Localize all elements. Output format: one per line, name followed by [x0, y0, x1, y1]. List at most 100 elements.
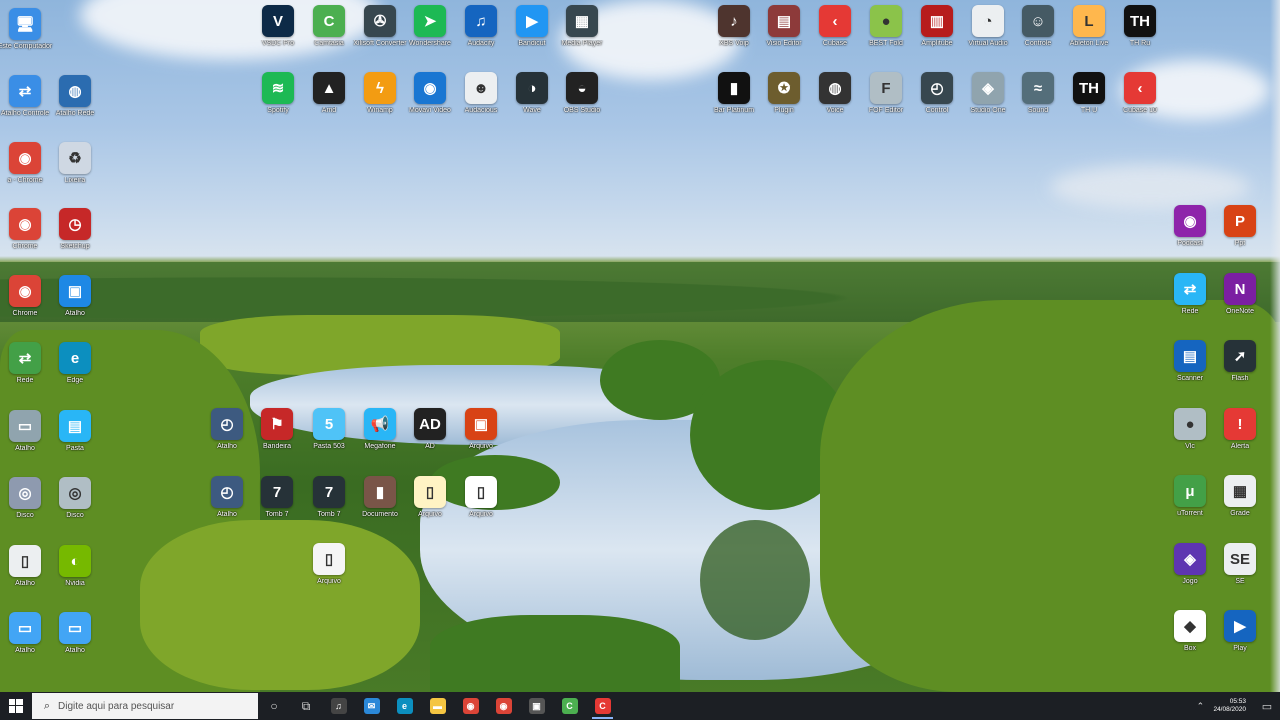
start-button[interactable] — [0, 692, 32, 720]
desktop-icon[interactable]: ◈ Studio One — [968, 72, 1008, 115]
desktop-icon[interactable]: 7 Tomb 7 — [257, 476, 297, 519]
desktop-icon[interactable]: μ uTorrent — [1170, 475, 1210, 518]
desktop-icon[interactable]: P Ppt — [1220, 205, 1260, 248]
desktop-icon[interactable]: ⇄ Rede — [5, 342, 45, 385]
desktop-icon[interactable]: ◉ Podcast — [1170, 205, 1210, 248]
desktop-icon[interactable]: V VSDC Pro — [258, 5, 298, 48]
tree-island — [430, 615, 680, 692]
desktop-icon[interactable]: SE SE — [1220, 543, 1260, 586]
desktop-icon[interactable]: 7 Tomb 7 — [309, 476, 349, 519]
task-view-button[interactable]: ⧉ — [290, 692, 322, 720]
desktop-icon[interactable]: 📢 Megafone — [360, 408, 400, 451]
desktop-icon[interactable]: ◈ Jogo — [1170, 543, 1210, 586]
desktop-icon-label: Cubase 10 — [1123, 107, 1157, 114]
desktop-icon[interactable]: ▭ Atalho — [55, 612, 95, 655]
desktop-icon[interactable]: ◆ Box — [1170, 610, 1210, 653]
desktop-icon[interactable]: ◍ Voice — [815, 72, 855, 115]
desktop-icon[interactable]: ▲ Amd — [309, 72, 349, 115]
taskbar-app-button[interactable]: C — [553, 692, 586, 720]
desktop-icon[interactable]: ▯ Arquivo — [410, 476, 450, 519]
desktop-icon[interactable]: ▮ Documento — [360, 476, 400, 519]
desktop-icon[interactable]: ◒ OBS Studio — [562, 72, 602, 115]
desktop-icon[interactable]: TH TH U — [1069, 72, 1109, 115]
cortana-button[interactable]: ○ — [258, 692, 290, 720]
desktop-icon[interactable]: ♻ Lixeira — [55, 142, 95, 185]
desktop-icon[interactable]: ▯ Arquivo — [309, 543, 349, 586]
desktop-icon[interactable]: ▮ Bar Platinum — [714, 72, 754, 115]
music-app-icon: ♫ — [330, 698, 347, 714]
desktop-icon[interactable]: ⇄ Atalho Controle — [1, 75, 49, 118]
desktop-icon[interactable]: C Camtasia — [309, 5, 349, 48]
desktop-icon[interactable]: ♪ XBS Voip — [714, 5, 754, 48]
desktop-icon[interactable]: ▥ Amplitube — [917, 5, 957, 48]
desktop-icon[interactable]: 🖥 Este Computador — [0, 8, 52, 51]
desktop-icon[interactable]: ▤ Scanner — [1170, 340, 1210, 383]
desktop-icon[interactable]: ♫ Audacity — [461, 5, 501, 48]
desktop-icon[interactable]: ⇄ Rede — [1170, 273, 1210, 316]
desktop-icon[interactable]: ◴ Atalho — [207, 476, 247, 519]
desktop-icon[interactable]: ◑ Wave — [512, 72, 552, 115]
notification-button[interactable]: ▭ — [1254, 692, 1280, 720]
desktop-icon[interactable]: ◐ Nvidia — [55, 545, 95, 588]
desktop-icon[interactable]: ➤ Wondershare — [409, 5, 451, 48]
desktop-icon[interactable]: TH TH Ru — [1120, 5, 1160, 48]
desktop-icon[interactable]: ▯ Arquivo — [461, 476, 501, 519]
desktop-icon[interactable]: ! Alerta — [1220, 408, 1260, 451]
desktop-icon[interactable]: 5 Pasta 503 — [309, 408, 349, 451]
desktop-icon[interactable]: ▤ Pasta — [55, 410, 95, 453]
seven-icon: 7 — [313, 476, 345, 508]
desktop-icon[interactable]: F FOF Editor — [866, 72, 906, 115]
desktop-icon[interactable]: ‹ Cubase — [815, 5, 855, 48]
taskbar-app-button[interactable]: e — [388, 692, 421, 720]
desktop-icon[interactable]: ◷ Sketchup — [55, 208, 95, 251]
desktop-icon[interactable]: ▶ Play — [1220, 610, 1260, 653]
desktop-icon[interactable]: L Ableton Live — [1069, 5, 1109, 48]
desktop-icon[interactable]: ϟ Winamp — [360, 72, 400, 115]
desktop-icon[interactable]: ▣ Arquivo — [461, 408, 501, 451]
desktop-icon[interactable]: ◎ Disco — [5, 477, 45, 520]
desktop-icon[interactable]: ✇ Xilisoft Converter — [353, 5, 407, 48]
desktop-icon[interactable]: ◔ Virtual Audio — [968, 5, 1008, 48]
desktop-icon[interactable]: ▤ Visio Editor — [764, 5, 804, 48]
desktop-icon[interactable]: ⚑ Bandeira — [257, 408, 297, 451]
desktop-icon[interactable]: ▦ Grade — [1220, 475, 1260, 518]
desktop-icon[interactable]: ◴ Control — [917, 72, 957, 115]
desktop-icon[interactable]: N OneNote — [1220, 273, 1260, 316]
clock[interactable]: 05:53 24/08/2020 — [1209, 698, 1254, 714]
desktop-icon[interactable]: ➚ Flash — [1220, 340, 1260, 383]
desktop-icon[interactable]: ≈ Sound — [1018, 72, 1058, 115]
desktop-icon[interactable]: ‹ Cubase 10 — [1120, 72, 1160, 115]
desktop-icon[interactable]: ◉ Movavi Video — [409, 72, 451, 115]
search-box[interactable]: ⌕ Digite aqui para pesquisar — [32, 693, 258, 719]
desktop-icon[interactable]: ◴ Atalho — [207, 408, 247, 451]
desktop-icon[interactable]: ◉ Chrome — [5, 275, 45, 318]
taskbar-app-button[interactable]: ◉ — [454, 692, 487, 720]
desktop-icon[interactable]: ▭ Atalho — [5, 612, 45, 655]
desktop-icon[interactable]: ◉ a - Chrome — [5, 142, 45, 185]
taskbar-app-button[interactable]: ♫ — [322, 692, 355, 720]
desktop-icon[interactable]: ▣ Atalho — [55, 275, 95, 318]
desktop-icon[interactable]: ◎ Disco — [55, 477, 95, 520]
desktop-icon[interactable]: ▯ Atalho — [5, 545, 45, 588]
taskbar-app-button[interactable]: ✉ — [355, 692, 388, 720]
chevron-up-icon[interactable]: ⌃ — [1191, 701, 1209, 712]
desktop-icon[interactable]: ● BEST Fold — [866, 5, 906, 48]
desktop-icon[interactable]: ☺ Controle — [1018, 5, 1058, 48]
desktop-icon[interactable]: ◍ Atalho Rede — [55, 75, 95, 118]
desktop-icon[interactable]: ☻ Audacious — [461, 72, 501, 115]
desktop-icon[interactable]: ✪ Plugin — [764, 72, 804, 115]
taskbar-app-button[interactable]: ▬ — [421, 692, 454, 720]
desktop-icon[interactable]: ● Vlc — [1170, 408, 1210, 451]
taskbar-app-button[interactable]: ◉ — [487, 692, 520, 720]
desktop-icon[interactable]: ≋ Spotify — [258, 72, 298, 115]
desktop-icon[interactable]: AD AD — [410, 408, 450, 451]
desktop[interactable]: 🖥 Este Computador ⇄ Atalho Controle ◍ Atalho … — [0, 0, 1280, 692]
desktop-icon-label: Ppt — [1234, 240, 1246, 247]
desktop-icon[interactable]: ▭ Atalho — [5, 410, 45, 453]
desktop-icon[interactable]: ◉ Chrome — [5, 208, 45, 251]
desktop-icon[interactable]: e Edge — [55, 342, 95, 385]
desktop-icon[interactable]: ▦ Media Player — [562, 5, 602, 48]
desktop-icon[interactable]: ▶ Bandicut — [512, 5, 552, 48]
taskbar-app-button[interactable]: ▣ — [520, 692, 553, 720]
taskbar-app-button[interactable]: C — [586, 692, 619, 720]
